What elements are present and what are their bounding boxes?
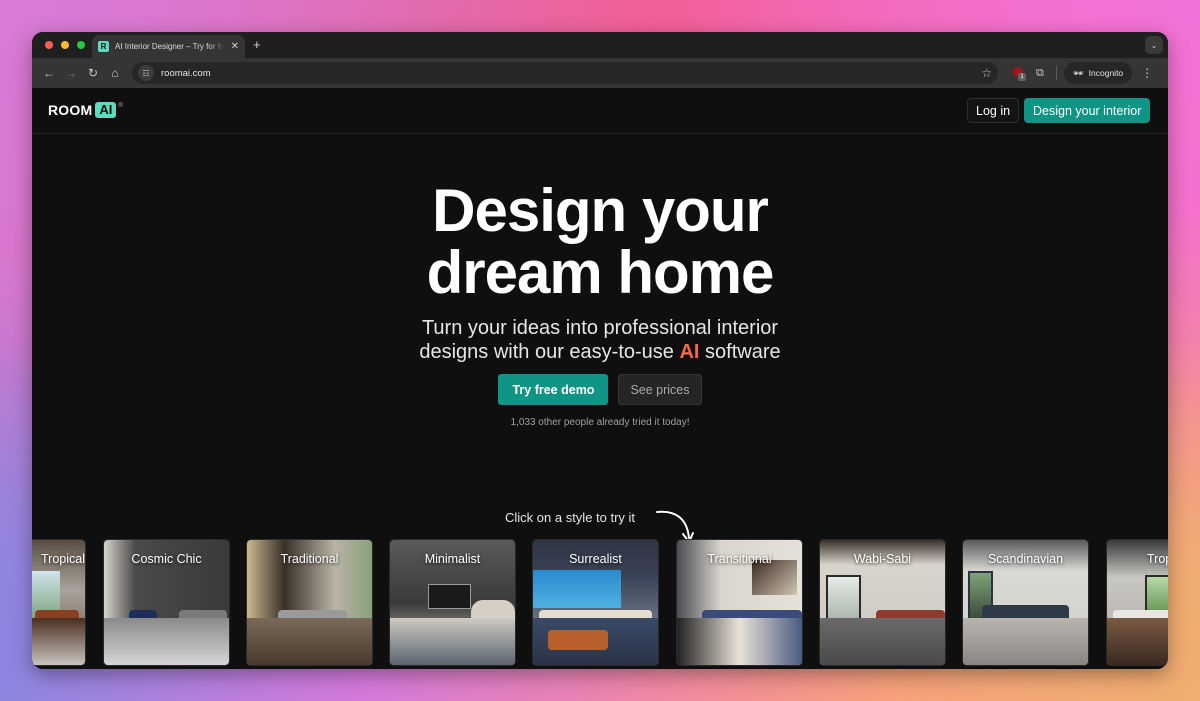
logo-room-text: ROOM <box>48 102 93 118</box>
extension-badge: 1 <box>1018 73 1026 81</box>
style-card-tropical-right[interactable]: Tropical <box>1106 539 1168 666</box>
reload-icon[interactable]: ↻ <box>82 66 104 80</box>
style-card-label: Tropical <box>1147 552 1168 566</box>
style-card-label: Cosmic Chic <box>131 552 202 566</box>
tab-strip: R AI Interior Designer – Try for free ✕ … <box>32 32 1168 58</box>
favicon-icon: R <box>98 41 109 52</box>
maximize-window-button[interactable] <box>77 41 85 49</box>
hero-title-line-2: dream home <box>426 239 775 306</box>
style-hint-text: Click on a style to try it <box>505 510 636 525</box>
design-your-interior-button[interactable]: Design your interior <box>1024 98 1151 123</box>
style-card-label: Scandinavian <box>987 552 1064 566</box>
hero-title-line-1: Design your <box>432 177 769 244</box>
style-card-cosmic-chic[interactable]: Cosmic Chic <box>103 539 230 666</box>
hero-subtitle: Turn your ideas into professional interi… <box>32 316 1168 364</box>
site-header: ROOM AI ® Log in Design your interior <box>32 88 1168 134</box>
style-card-surrealist[interactable]: Surrealist <box>532 539 659 666</box>
hero-title: Design your dream home <box>32 180 1168 304</box>
style-card-label: Minimalist <box>424 552 481 566</box>
style-card-wabi-sabi[interactable]: Wabi-Sabi <box>819 539 946 666</box>
browser-tab[interactable]: R AI Interior Designer – Try for free ✕ <box>92 35 245 58</box>
style-card-label: Transitional <box>707 552 772 566</box>
hero-section: Design your dream home Turn your ideas i… <box>32 180 1168 429</box>
back-arrow-icon[interactable]: ← <box>38 66 60 80</box>
window-controls <box>45 41 85 49</box>
style-card-traditional[interactable]: Traditional <box>246 539 373 666</box>
subtitle-pre: designs with our easy-to-use <box>419 341 680 363</box>
style-card-label: Tropical <box>41 552 85 566</box>
close-window-button[interactable] <box>45 41 53 49</box>
style-card-scandinavian[interactable]: Scandinavian <box>962 539 1089 666</box>
address-bar[interactable]: ☷ roomai.com ☆ <box>132 62 998 84</box>
style-card-minimalist[interactable]: Minimalist <box>389 539 516 666</box>
style-card-label: Surrealist <box>569 552 622 566</box>
style-carousel: Tropical Cosmic Chic Traditional Minimal… <box>32 539 1168 667</box>
url-text[interactable]: roomai.com <box>161 68 211 79</box>
style-card-label: Traditional <box>280 552 339 566</box>
browser-menu-icon[interactable]: ⋮ <box>1141 66 1153 80</box>
site-info-icon[interactable]: ☷ <box>138 65 154 81</box>
login-button[interactable]: Log in <box>967 98 1020 123</box>
toolbar-divider <box>1055 66 1057 80</box>
page-content: ROOM AI ® Log in Design your interior De… <box>32 88 1168 669</box>
cta-row: Try free demo See prices <box>32 374 1168 405</box>
browser-toolbar: ← → ↻ ⌂ ☷ roomai.com ☆ 1 ⧉ 🕶 Incognito ⋮ <box>32 58 1168 88</box>
home-icon[interactable]: ⌂ <box>104 66 126 80</box>
style-card-transitional[interactable]: Transitional <box>676 539 803 666</box>
incognito-label: Incognito <box>1088 68 1124 78</box>
subtitle-post: software <box>699 341 781 363</box>
minimize-window-button[interactable] <box>61 41 69 49</box>
style-card-tropical-left[interactable]: Tropical <box>32 539 86 666</box>
browser-window: R AI Interior Designer – Try for free ✕ … <box>32 32 1168 669</box>
forward-arrow-icon[interactable]: → <box>60 66 82 80</box>
tab-search-chevron-icon[interactable]: ⌄ <box>1145 36 1163 54</box>
roomai-logo[interactable]: ROOM AI ® <box>48 102 123 118</box>
extension-shield-icon[interactable]: 1 <box>1012 66 1026 81</box>
try-free-demo-button[interactable]: Try free demo <box>498 374 609 405</box>
style-card-label: Wabi-Sabi <box>853 552 912 566</box>
social-proof-text: 1,033 other people already tried it toda… <box>510 417 690 428</box>
see-prices-button[interactable]: See prices <box>618 374 702 405</box>
subtitle-ai-highlight: AI <box>679 341 700 363</box>
incognito-icon: 🕶 <box>1072 67 1084 78</box>
close-tab-icon[interactable]: ✕ <box>231 41 239 52</box>
logo-ai-badge: AI <box>95 102 117 118</box>
extensions-puzzle-icon[interactable]: ⧉ <box>1036 67 1044 80</box>
registered-mark: ® <box>118 102 123 109</box>
tab-title: AI Interior Designer – Try for free <box>115 42 225 51</box>
new-tab-button[interactable]: + <box>253 37 261 52</box>
bookmark-star-icon[interactable]: ☆ <box>981 66 992 80</box>
incognito-button[interactable]: 🕶 Incognito <box>1063 62 1133 84</box>
subtitle-line-1: Turn your ideas into professional interi… <box>421 317 779 339</box>
